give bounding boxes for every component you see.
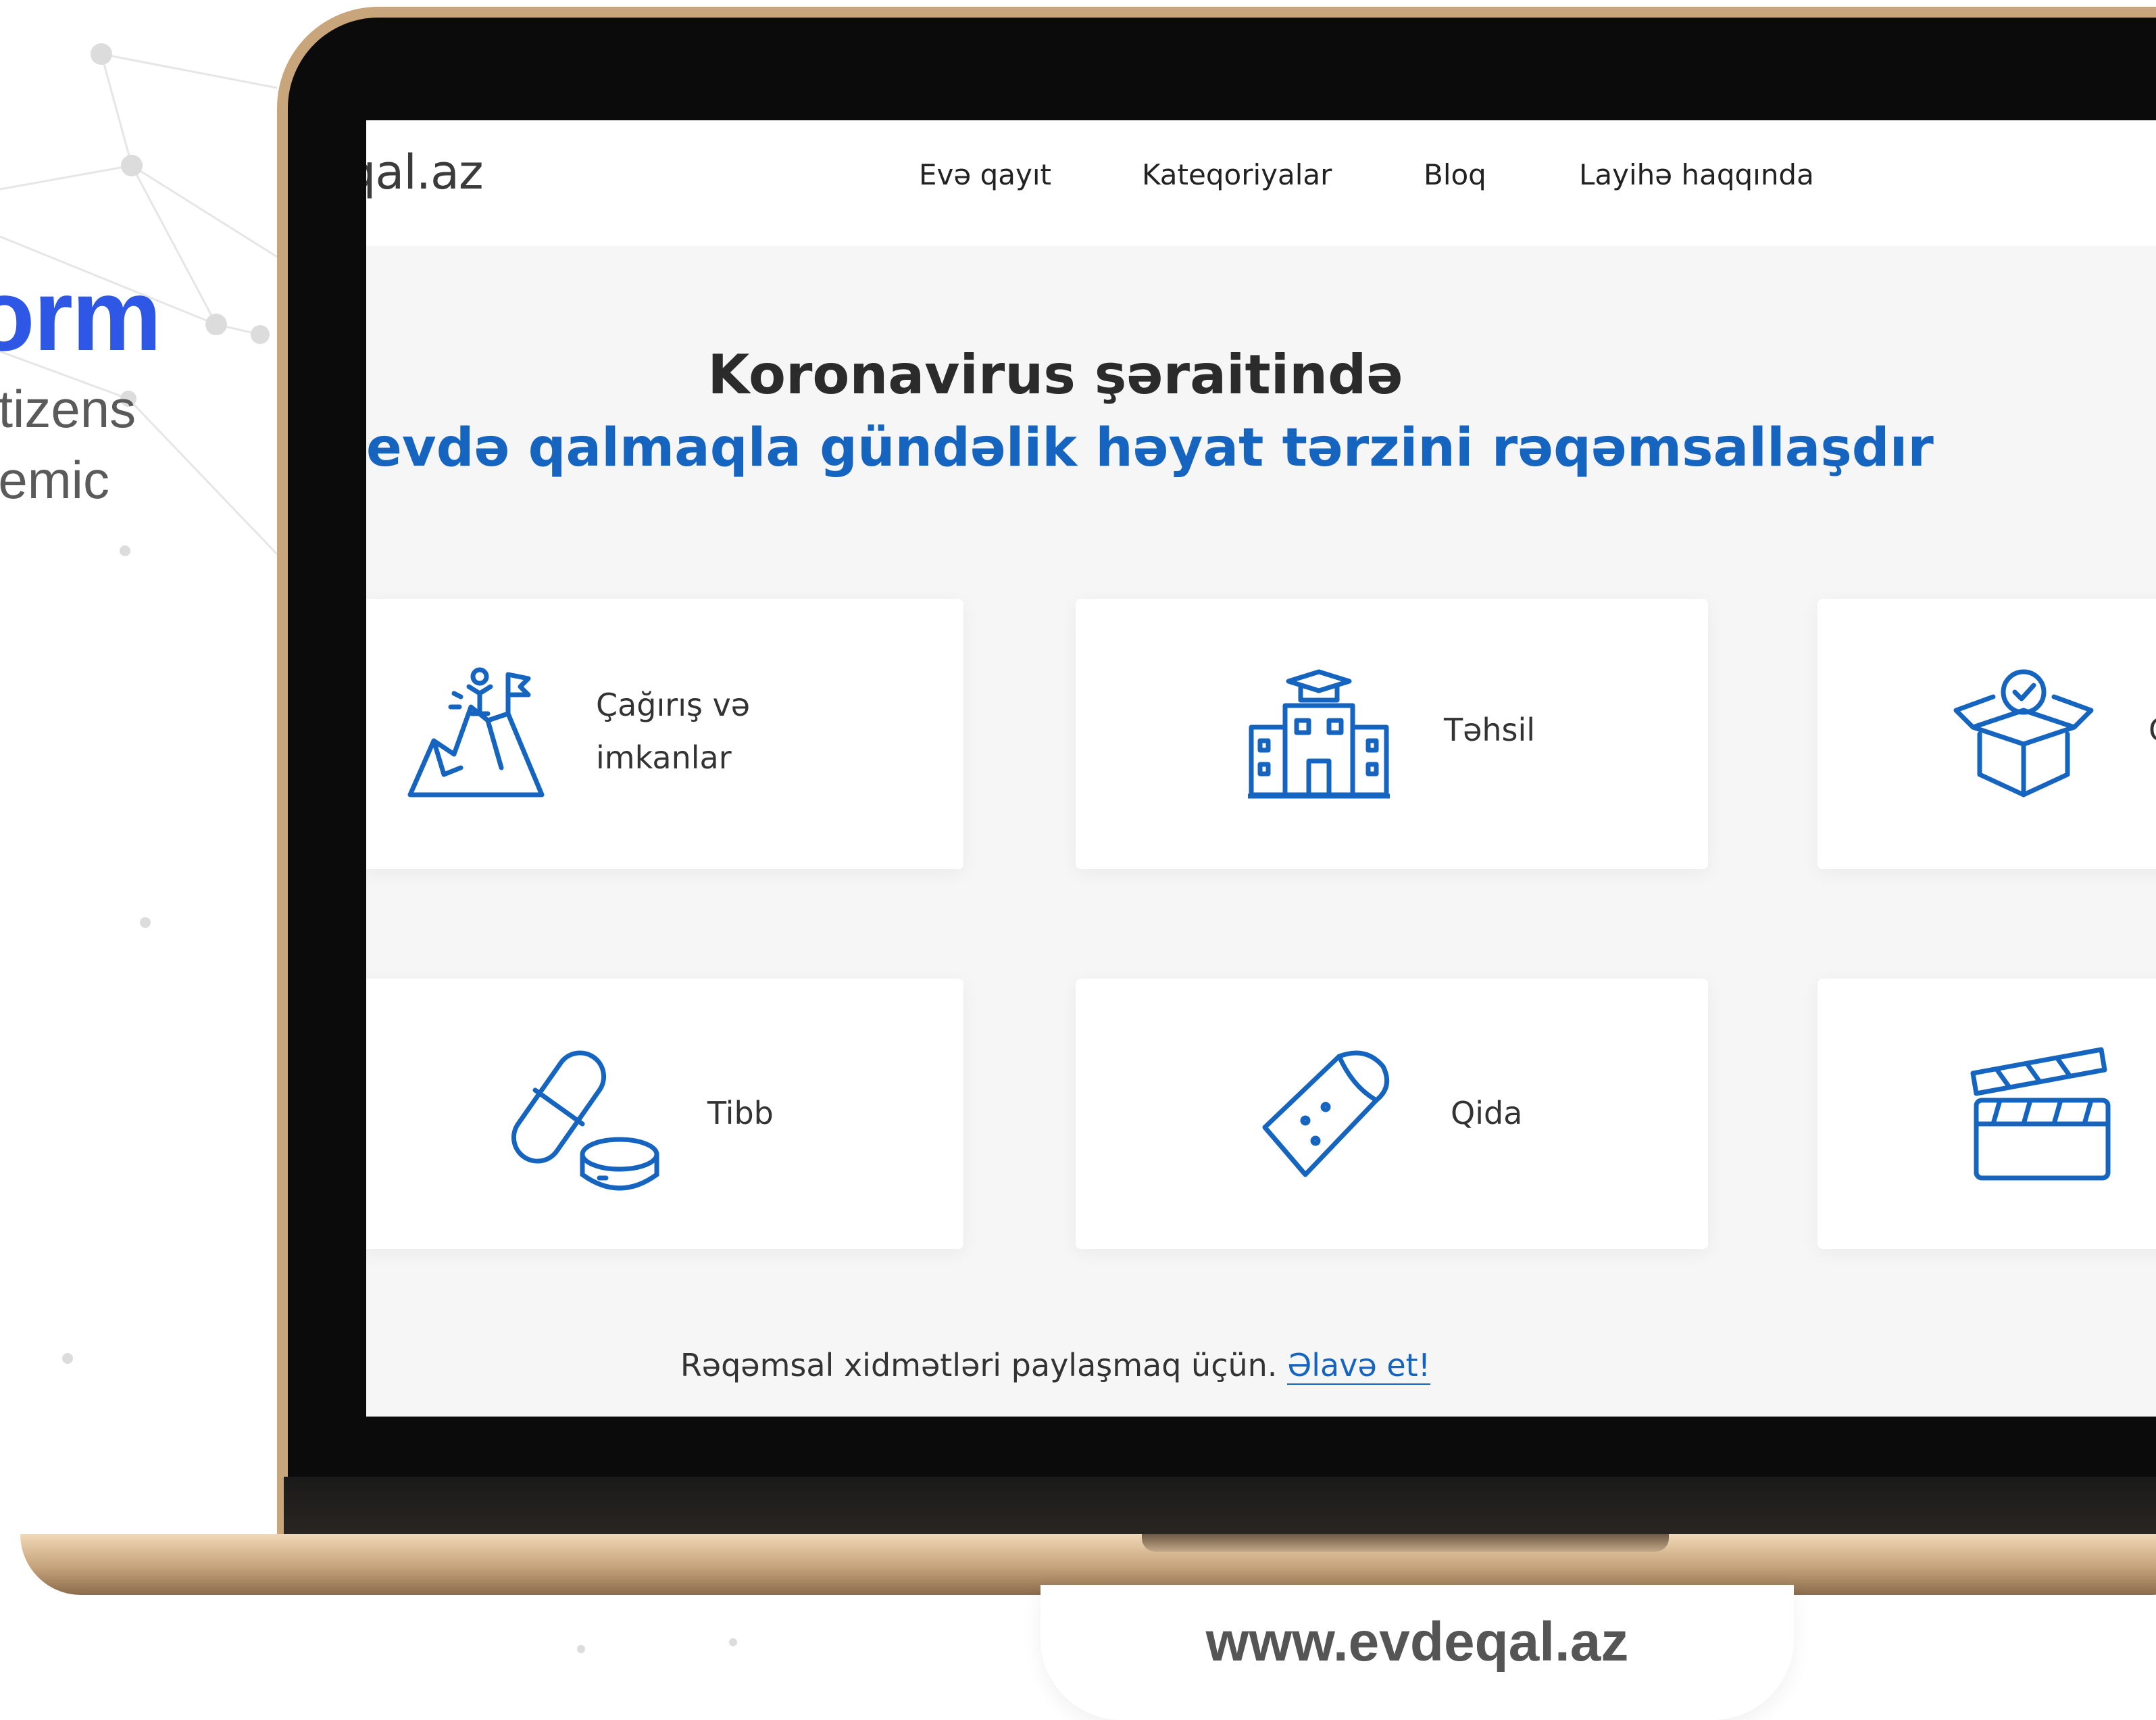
category-card-medicine[interactable]: Tibb — [366, 979, 963, 1249]
category-card-challenges[interactable]: Çağırış və imkanlar — [366, 599, 963, 869]
url-badge: www.evdeqal.az — [1041, 1585, 1794, 1720]
card-label-education: Təhsil — [1444, 712, 1536, 748]
card-label-medicine: Tibb — [707, 1095, 774, 1131]
mountain-flag-icon — [407, 666, 549, 802]
card-label-delivery: Ç — [2149, 704, 2156, 756]
laptop-hinge — [1142, 1534, 1669, 1552]
site-navbar: qal.az Evə qayıt Kateqoriyalar Bloq Layi… — [366, 120, 2156, 246]
pill-icon — [508, 1039, 663, 1195]
site-logo[interactable]: qal.az — [366, 145, 484, 200]
slide-heading: orm — [0, 258, 161, 372]
slide-subtitle-line-1: itizens — [0, 379, 136, 439]
nav-link-categories[interactable]: Kateqoriyalar — [1142, 158, 1332, 191]
card-label-challenges-line1: Çağırış və — [596, 687, 751, 723]
category-card-food[interactable]: Qida — [1076, 979, 1708, 1249]
footer-cta: Rəqəmsal xidmətləri paylaşmaq üçün. Əlav… — [366, 1347, 1745, 1385]
clapperboard-icon — [1970, 1046, 2111, 1181]
open-box-check-icon — [1953, 666, 2095, 802]
footer-cta-text: Rəqəmsal xidmətləri paylaşmaq üçün. — [680, 1347, 1278, 1383]
school-building-icon — [1248, 666, 1390, 802]
add-service-link[interactable]: Əlavə et! — [1287, 1347, 1431, 1385]
hero-subtitle: evdə qalmaqla gündəlik həyat tərzini rəq… — [366, 418, 1934, 478]
hero-title: Koronavirus şəraitində — [707, 343, 1403, 406]
nav-link-blog[interactable]: Bloq — [1424, 158, 1486, 191]
nav-link-about[interactable]: Layihə haqqında — [1579, 158, 1814, 191]
card-label-challenges-line2: imkanlar — [596, 739, 732, 776]
website-url: www.evdeqal.az — [1205, 1611, 1629, 1673]
nav-link-home[interactable]: Evə qayıt — [919, 158, 1051, 191]
category-card-education[interactable]: Təhsil — [1076, 599, 1708, 869]
slide-subtitle-line-2: lemic — [0, 450, 110, 510]
category-card-entertainment[interactable] — [1817, 979, 2156, 1249]
category-card-delivery[interactable]: Ç — [1817, 599, 2156, 869]
laptop-bezel-bottom — [284, 1477, 2156, 1538]
card-label-food: Qida — [1451, 1095, 1523, 1131]
burrito-icon — [1251, 1046, 1393, 1181]
laptop-screen: qal.az Evə qayıt Kateqoriyalar Bloq Layi… — [366, 120, 2156, 1417]
